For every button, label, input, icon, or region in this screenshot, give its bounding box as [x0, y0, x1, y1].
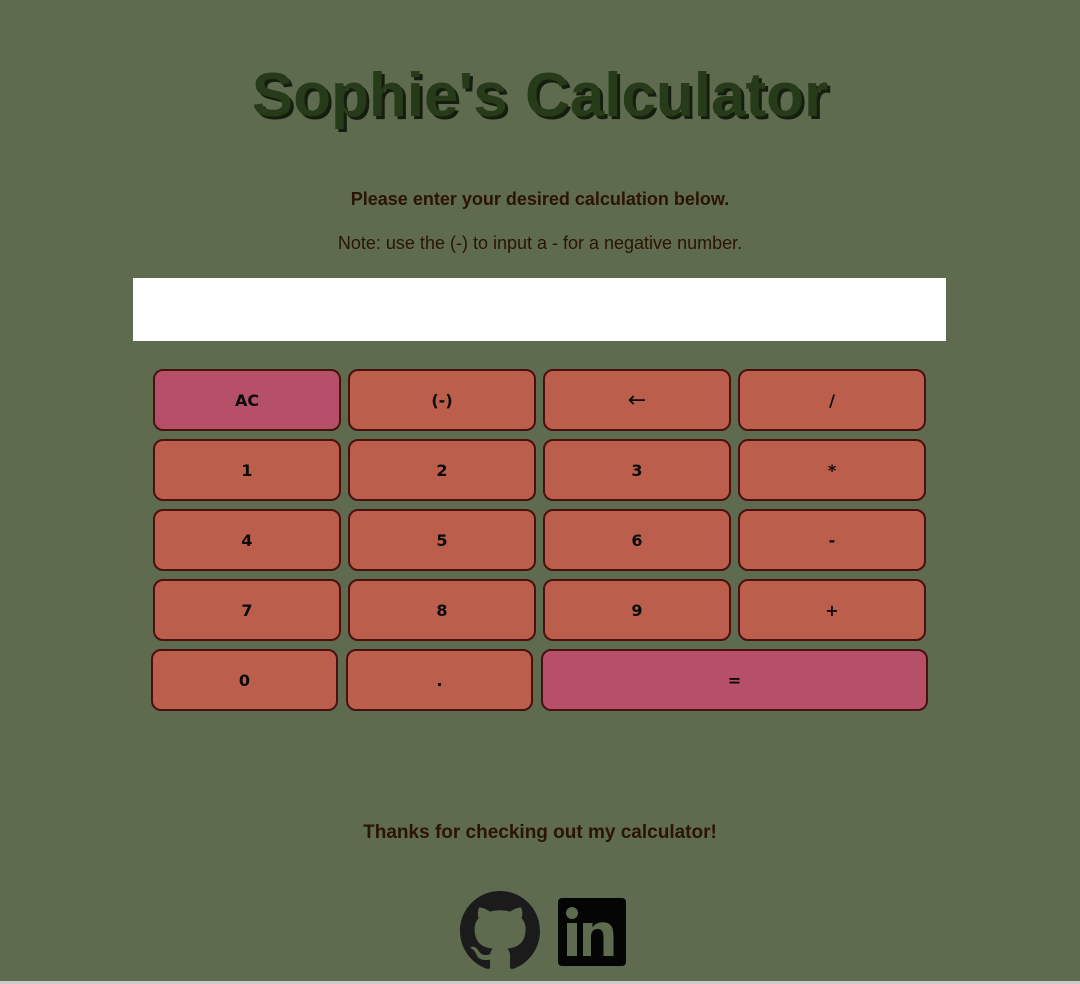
add-button[interactable]: +: [738, 579, 926, 641]
clear-button[interactable]: AC: [153, 369, 341, 431]
thanks-text: Thanks for checking out my calculator!: [363, 822, 717, 843]
decimal-button[interactable]: .: [346, 649, 533, 711]
multiply-button[interactable]: *: [738, 439, 926, 501]
backspace-button[interactable]: ←: [543, 369, 731, 431]
subtract-button[interactable]: -: [738, 509, 926, 571]
divide-button[interactable]: /: [738, 369, 926, 431]
digit-3-button[interactable]: 3: [543, 439, 731, 501]
digit-7-button[interactable]: 7: [153, 579, 341, 641]
digit-8-button[interactable]: 8: [348, 579, 536, 641]
linkedin-icon[interactable]: [558, 898, 626, 966]
digit-0-button[interactable]: 0: [151, 649, 338, 711]
negate-button[interactable]: (-): [348, 369, 536, 431]
page-title: Sophie's Calculator: [251, 61, 829, 130]
digit-6-button[interactable]: 6: [543, 509, 731, 571]
digit-5-button[interactable]: 5: [348, 509, 536, 571]
digit-9-button[interactable]: 9: [543, 579, 731, 641]
equals-button[interactable]: =: [541, 649, 928, 711]
digit-1-button[interactable]: 1: [153, 439, 341, 501]
github-icon[interactable]: [459, 891, 541, 971]
note-text: Note: use the (-) to input a - for a neg…: [337, 233, 743, 253]
digit-4-button[interactable]: 4: [153, 509, 341, 571]
digit-2-button[interactable]: 2: [348, 439, 536, 501]
calculator-display[interactable]: [133, 278, 946, 341]
instructions-text: Please enter your desired calculation be…: [350, 189, 730, 209]
